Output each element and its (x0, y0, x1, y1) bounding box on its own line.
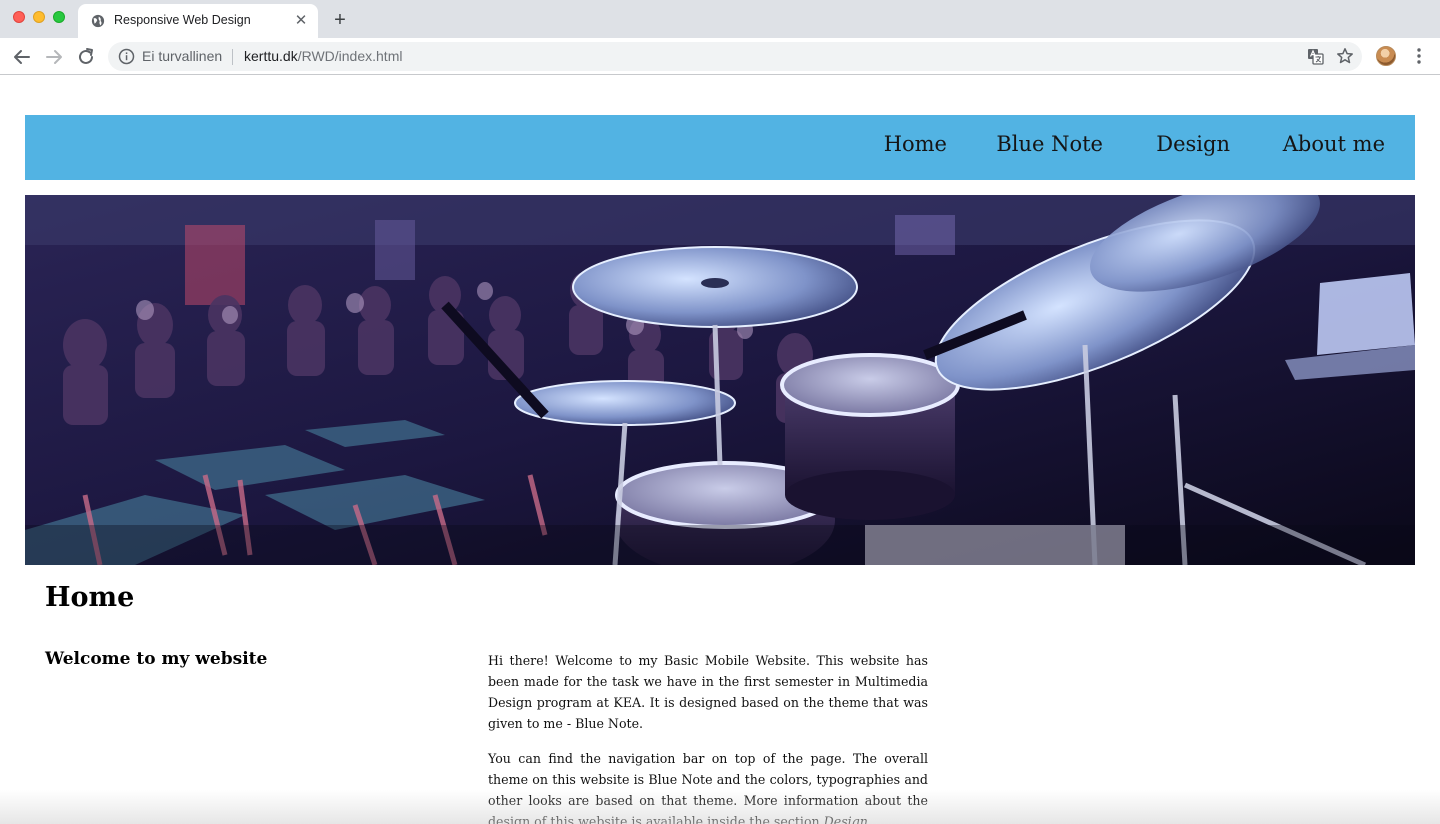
intro-paragraph: Hi there! Welcome to my Basic Mobile Web… (488, 653, 928, 731)
nav-link-home[interactable]: Home (884, 132, 947, 156)
nav-link-about-me[interactable]: About me (1283, 132, 1385, 156)
new-tab-button[interactable]: + (329, 9, 351, 31)
navigation-paragraph: You can find the navigation bar on top o… (488, 748, 928, 824)
url-text[interactable]: kerttu.dk/RWD/index.html (244, 48, 402, 64)
page-title: Home (45, 582, 135, 613)
intro-text-column: Hi there! Welcome to my Basic Mobile Web… (488, 650, 928, 824)
web-page: Home Blue Note Design About me Home Welc… (0, 76, 1440, 824)
browser-tab-bar: Responsive Web Design ✕ + (0, 0, 1440, 38)
url-host: kerttu.dk (244, 48, 298, 64)
browser-toolbar: Ei turvallinen kerttu.dk/RWD/index.html (0, 38, 1440, 75)
tab-title: Responsive Web Design (114, 13, 251, 27)
site-navigation-bar: Home Blue Note Design About me (25, 115, 1415, 180)
hero-illustration (25, 195, 1415, 565)
design-section-reference: Design (823, 814, 868, 824)
url-path: /RWD/index.html (297, 48, 403, 64)
more-menu-icon[interactable] (1409, 46, 1429, 66)
reload-icon[interactable] (75, 46, 97, 68)
minimize-window-button[interactable] (33, 11, 45, 23)
nav-link-blue-note[interactable]: Blue Note (996, 132, 1103, 156)
nav-link-design[interactable]: Design (1156, 132, 1230, 156)
security-label[interactable]: Ei turvallinen (142, 48, 222, 64)
back-arrow-icon[interactable] (11, 46, 33, 68)
info-icon[interactable] (118, 48, 135, 65)
globe-icon (91, 14, 105, 28)
close-window-button[interactable] (13, 11, 25, 23)
profile-avatar[interactable] (1376, 46, 1396, 66)
maximize-window-button[interactable] (53, 11, 65, 23)
bookmark-star-icon[interactable] (1336, 47, 1354, 65)
hero-image-jazz-club-drums (25, 195, 1415, 565)
tab-close-icon[interactable]: ✕ (292, 12, 310, 30)
browser-tab[interactable]: Responsive Web Design ✕ (78, 4, 318, 38)
address-separator (232, 49, 233, 65)
forward-arrow-icon[interactable] (43, 46, 65, 68)
navigation-paragraph-end: . (867, 814, 872, 824)
translate-icon[interactable] (1307, 48, 1324, 65)
address-bar[interactable]: Ei turvallinen kerttu.dk/RWD/index.html (108, 42, 1362, 71)
welcome-heading: Welcome to my website (45, 649, 268, 669)
